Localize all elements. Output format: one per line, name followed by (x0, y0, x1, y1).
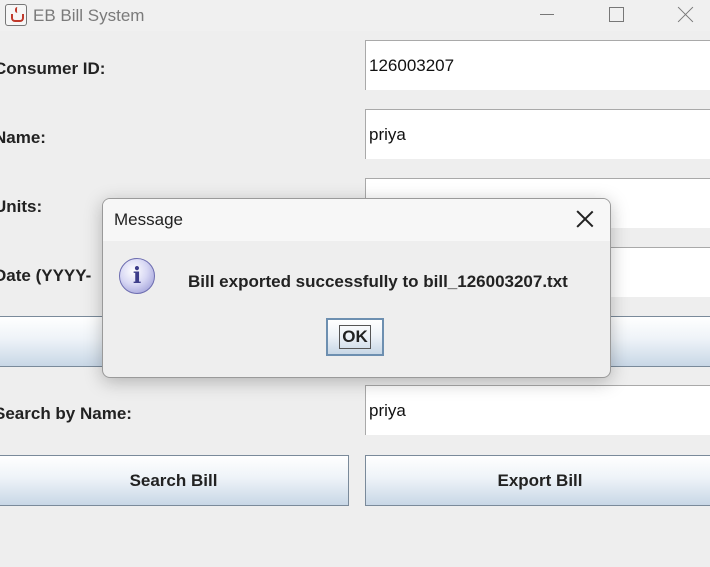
close-icon (678, 6, 694, 22)
date-label: Date (YYYY- (0, 266, 92, 285)
name-label: Name: (0, 128, 46, 147)
consumer-id-label: Consumer ID: (0, 59, 106, 78)
title-bar: EB Bill System (0, 0, 710, 31)
units-label: Units: (0, 197, 43, 216)
window-title: EB Bill System (33, 6, 145, 25)
dialog-message: Bill exported successfully to bill_12600… (188, 272, 568, 291)
dialog-title-bar: Message (103, 199, 610, 241)
search-bill-button[interactable]: Search Bill (0, 455, 349, 506)
ok-button-label: OK (339, 325, 371, 349)
dialog-close-icon[interactable] (575, 209, 595, 229)
maximize-button[interactable] (581, 0, 651, 31)
minimize-icon (540, 14, 554, 15)
export-bill-button[interactable]: Export Bill (365, 455, 710, 506)
java-app-icon (5, 4, 27, 26)
minimize-button[interactable] (512, 0, 582, 31)
search-by-name-label: Search by Name: (0, 404, 132, 423)
message-dialog: Message i Bill exported successfully to … (102, 198, 611, 378)
dialog-title: Message (114, 210, 183, 229)
consumer-id-field[interactable]: 126003207 (365, 40, 710, 90)
maximize-icon (609, 7, 624, 22)
name-field[interactable]: priya (365, 109, 710, 159)
ok-button[interactable]: OK (326, 318, 384, 356)
information-icon: i (119, 258, 155, 294)
search-name-field[interactable]: priya (365, 385, 710, 435)
close-button[interactable] (650, 0, 710, 31)
